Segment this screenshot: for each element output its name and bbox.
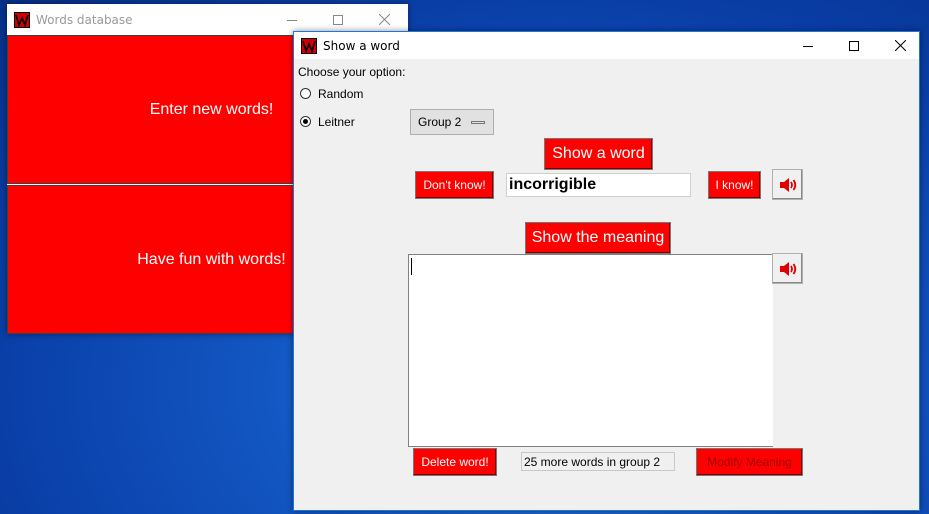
status-text: 25 more words in group 2: [524, 454, 661, 469]
dont-know-label: Don't know!: [423, 178, 486, 192]
leitner-radio[interactable]: [300, 116, 311, 127]
maximize-icon[interactable]: [831, 32, 877, 59]
show-meaning-button[interactable]: Show the meaning: [525, 222, 671, 254]
pronounce-meaning-button[interactable]: [772, 253, 803, 284]
text-cursor: [411, 258, 412, 275]
window-title: Words database: [36, 12, 133, 27]
show-meaning-label: Show the meaning: [531, 229, 665, 246]
meaning-text-area[interactable]: [408, 254, 773, 447]
group-menu[interactable]: Group 2: [410, 109, 494, 135]
random-radio[interactable]: [300, 88, 311, 99]
choose-option-label: Choose your option:: [298, 65, 406, 79]
app-icon: [301, 37, 317, 54]
window-title: Show a word: [323, 38, 400, 53]
dont-know-button[interactable]: Don't know!: [415, 171, 494, 199]
delete-word-label: Delete word!: [421, 455, 489, 469]
close-icon[interactable]: [877, 32, 923, 59]
delete-word-button[interactable]: Delete word!: [413, 448, 497, 476]
i-know-label: I know!: [715, 178, 754, 192]
i-know-button[interactable]: I know!: [708, 171, 761, 199]
app-icon: [14, 11, 30, 28]
speaker-icon: [779, 261, 796, 276]
pronounce-word-button[interactable]: [772, 169, 803, 200]
leitner-label[interactable]: Leitner: [318, 115, 355, 129]
status-label: 25 more words in group 2: [521, 452, 675, 471]
modify-meaning-label: Modify Meaning: [707, 455, 792, 469]
have-fun-label: Have fun with words!: [137, 250, 286, 268]
show-a-word-window: Show a word Choose your option: Random L…: [293, 31, 920, 511]
show-word-button[interactable]: Show a word: [544, 138, 653, 170]
group-menu-label: Group 2: [418, 115, 462, 129]
title-bar[interactable]: Show a word: [294, 32, 919, 59]
enter-new-words-label: Enter new words!: [149, 100, 274, 118]
random-label[interactable]: Random: [318, 87, 363, 101]
modify-meaning-button[interactable]: Modify Meaning: [696, 448, 803, 476]
show-word-label: Show a word: [552, 145, 645, 162]
speaker-icon: [779, 177, 796, 192]
dropdown-indicator-icon: [471, 121, 485, 124]
word-value: incorrigible: [509, 176, 597, 193]
word-field[interactable]: incorrigible: [506, 173, 691, 197]
minimize-icon[interactable]: [785, 32, 831, 59]
